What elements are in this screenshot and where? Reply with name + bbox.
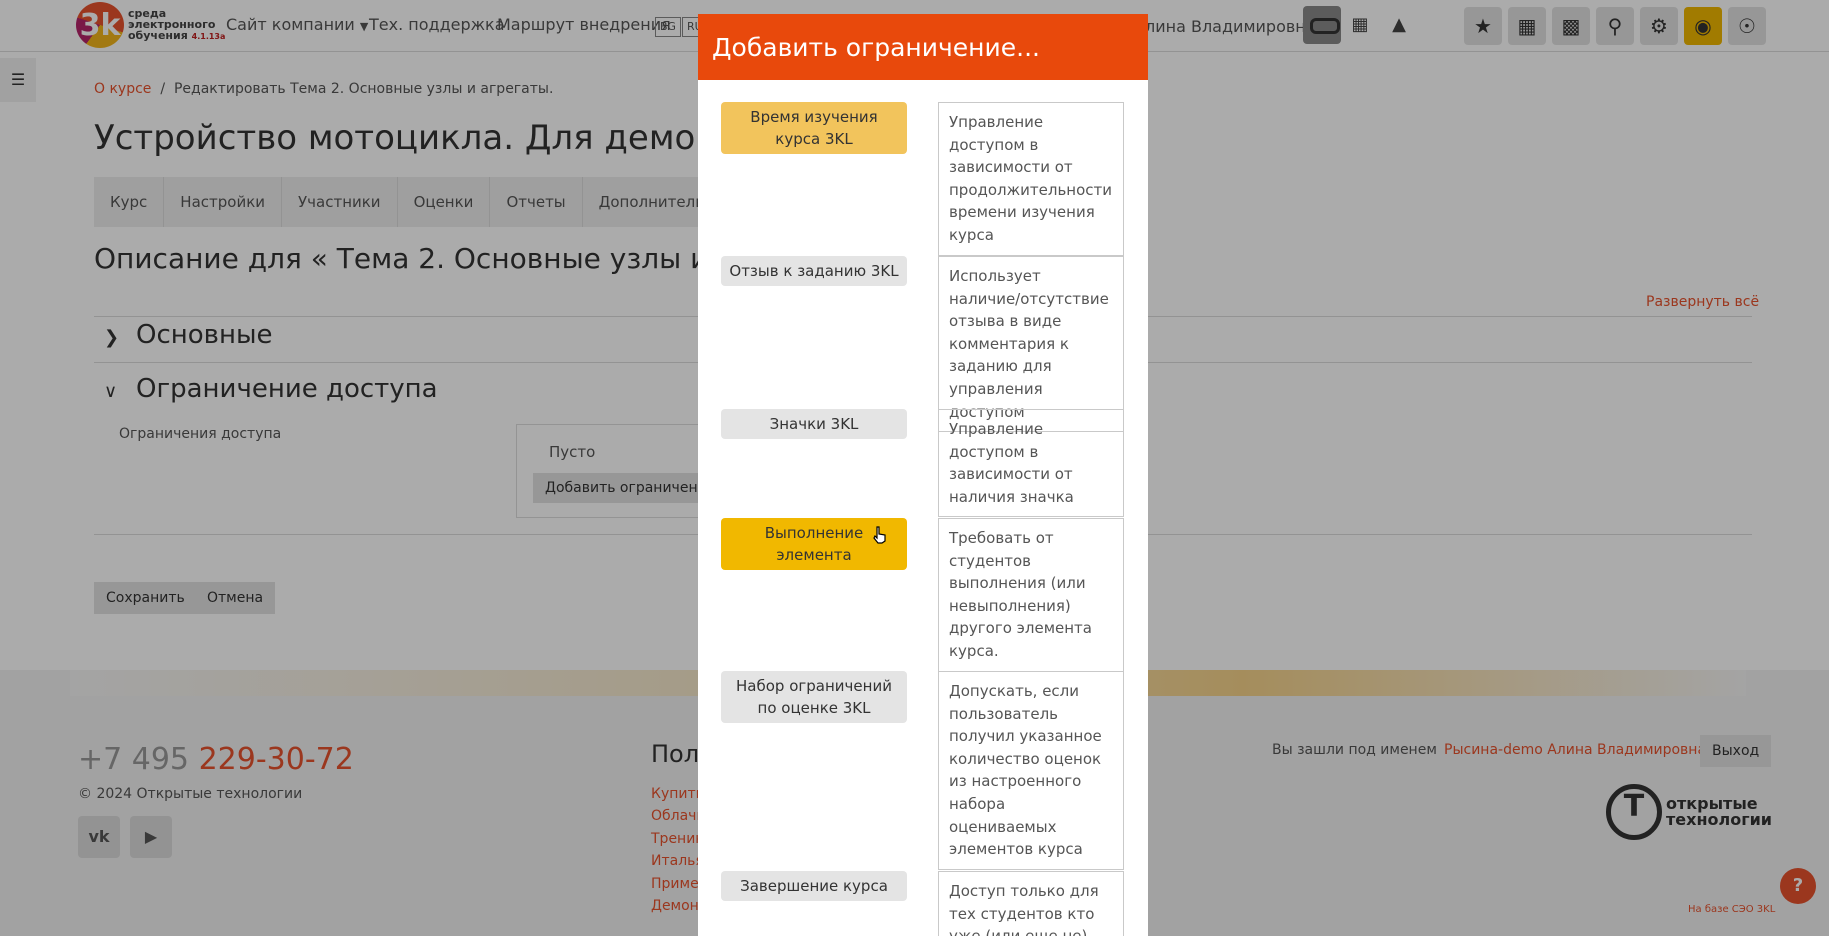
- restriction-description: Требовать от студентов выполнения (или н…: [938, 518, 1124, 672]
- restriction-option-time-spent[interactable]: Время изучения курса 3KL: [721, 102, 907, 154]
- restriction-option-grade-set[interactable]: Набор ограничений по оценке 3KL: [721, 671, 907, 723]
- restriction-description: Использует наличие/отсутствие отзыва в в…: [938, 256, 1124, 433]
- restriction-description: Управление доступом в зависимости от нал…: [938, 409, 1124, 518]
- restriction-option-assignment-feedback[interactable]: Отзыв к заданию 3KL: [721, 256, 907, 286]
- restriction-option-course-completion[interactable]: Завершение курса: [721, 871, 907, 901]
- hand-cursor-icon: [873, 526, 886, 544]
- restriction-description: Допускать, если пользователь получил ука…: [938, 671, 1124, 870]
- restriction-description: Управление доступом в зависимости от про…: [938, 102, 1124, 256]
- dialog-header: Добавить ограничение...: [698, 14, 1148, 80]
- restriction-description: Доступ только для тех студентов кто уже …: [938, 871, 1124, 936]
- add-restriction-dialog: Добавить ограничение... Время изучения к…: [698, 14, 1148, 936]
- dialog-title: Добавить ограничение...: [712, 33, 1040, 62]
- restriction-option-badges[interactable]: Значки 3KL: [721, 409, 907, 439]
- dialog-body[interactable]: Время изучения курса 3KL Управление дост…: [698, 80, 1148, 936]
